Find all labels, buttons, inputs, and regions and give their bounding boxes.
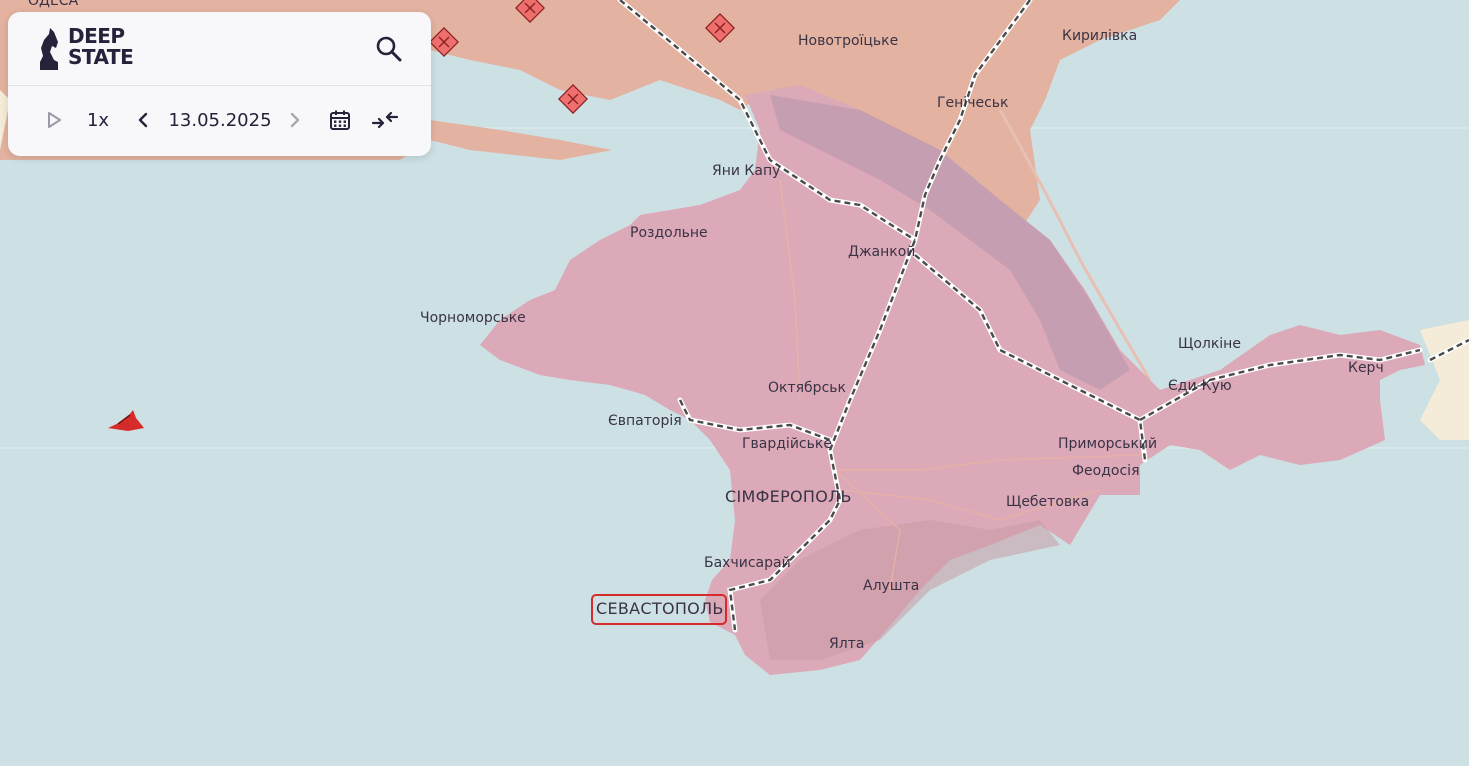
city-simferopol[interactable]: СІМФЕРОПОЛЬ — [725, 487, 852, 506]
city-oktiabrske[interactable]: Октябрськ — [768, 380, 846, 396]
search-icon — [376, 36, 402, 62]
play-button[interactable] — [42, 104, 66, 136]
logo-text: DEEP STATE — [68, 24, 134, 69]
city-prymorskyi[interactable]: Приморський — [1058, 436, 1157, 452]
city-bakhchysarai[interactable]: Бахчисарай — [704, 555, 791, 571]
collapse-button[interactable] — [370, 104, 400, 136]
city-odesa[interactable]: ОДЕСА — [28, 0, 79, 9]
speed-button[interactable]: 1x — [82, 104, 114, 136]
prev-date-button[interactable] — [132, 104, 154, 136]
city-shcholkine[interactable]: Щолкіне — [1178, 336, 1241, 352]
city-feodosiia[interactable]: Феодосія — [1072, 463, 1139, 479]
city-henichesk[interactable]: Генічеськ — [937, 95, 1008, 111]
play-icon — [48, 112, 61, 128]
logo-line-2: STATE — [68, 45, 134, 69]
city-kerch[interactable]: Керч — [1348, 360, 1384, 376]
chevron-right-icon — [290, 112, 300, 128]
control-panel: DEEP STATE 1x 13.05.2025 — [8, 12, 431, 156]
city-yevpatoriia[interactable]: Євпаторія — [608, 413, 682, 429]
city-hvardiiske[interactable]: Гвардійське — [742, 436, 832, 452]
city-yany-kapu[interactable]: Яни Капу — [712, 163, 780, 179]
calendar-icon — [330, 110, 350, 130]
timeline-controls: 1x 13.05.2025 — [8, 86, 431, 156]
city-kyrylivka[interactable]: Кирилівка — [1062, 28, 1137, 44]
city-dzhankoi[interactable]: Джанкой — [848, 244, 915, 260]
chess-knight-icon — [40, 28, 58, 70]
city-alushta[interactable]: Алушта — [863, 578, 919, 594]
city-yalta[interactable]: Ялта — [829, 636, 864, 652]
city-rozdolne[interactable]: Роздольне — [630, 225, 708, 241]
city-edi-kuiu[interactable]: Єди-Кую — [1168, 378, 1232, 394]
city-shchebetovka[interactable]: Щебетовка — [1006, 494, 1089, 510]
calendar-button[interactable] — [326, 104, 354, 136]
next-date-button[interactable] — [284, 104, 306, 136]
collapse-arrows-icon — [371, 111, 399, 129]
chevron-left-icon — [138, 112, 148, 128]
search-button[interactable] — [374, 34, 404, 64]
city-sevastopol[interactable]: СЕВАСТОПОЛЬ — [596, 599, 724, 618]
city-chornomorske[interactable]: Чорноморське — [420, 310, 526, 326]
panel-header: DEEP STATE — [8, 12, 431, 86]
deepstate-logo[interactable]: DEEP STATE — [36, 26, 146, 72]
city-novotroitske[interactable]: Новотроїцьке — [798, 33, 898, 49]
logo-line-1: DEEP — [68, 24, 125, 48]
date-display[interactable]: 13.05.2025 — [168, 104, 272, 136]
